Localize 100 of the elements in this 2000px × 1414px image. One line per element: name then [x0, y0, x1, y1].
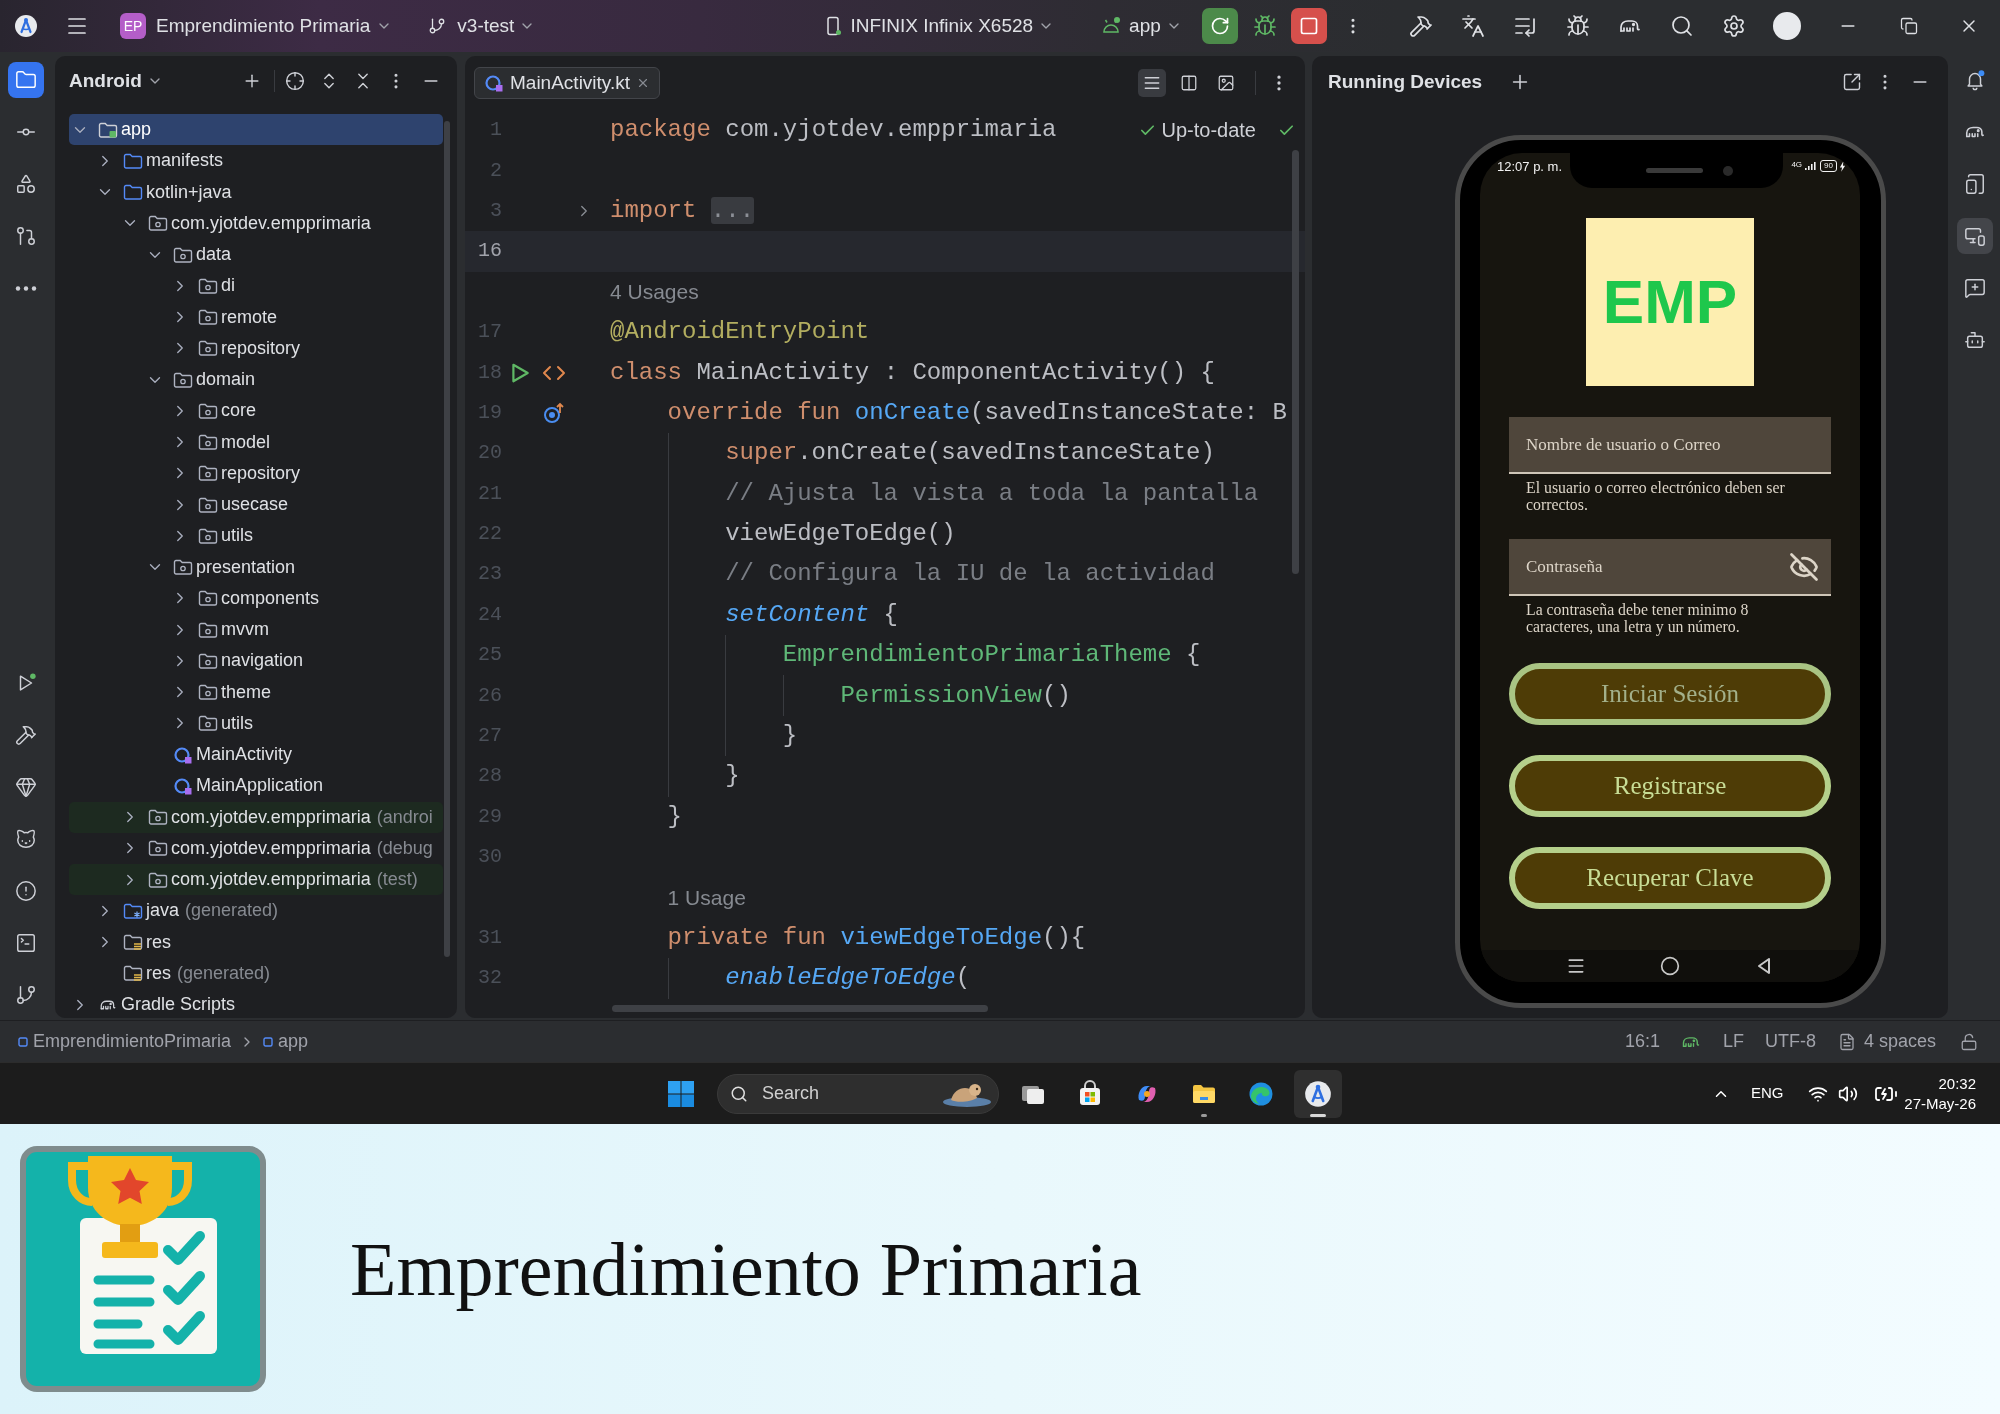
circle-icon[interactable]	[1660, 956, 1680, 976]
tree-item[interactable]: di	[69, 270, 443, 302]
settings-icon[interactable]	[1721, 14, 1746, 38]
tree-item[interactable]: utils	[69, 707, 443, 739]
avatar-icon[interactable]	[1772, 12, 1801, 40]
hammer-icon	[15, 724, 37, 746]
tree-item[interactable]: usecase	[69, 489, 443, 521]
crosshair-icon[interactable]	[284, 71, 305, 91]
tool-window-button[interactable]	[1957, 218, 1993, 254]
cat-icon	[15, 828, 37, 850]
package-folder-icon	[198, 308, 218, 327]
tree-item[interactable]: core	[69, 395, 443, 427]
editor-tab[interactable]: MainActivity.kt	[474, 67, 660, 99]
network-type: 4G	[1791, 160, 1803, 169]
tree-item[interactable]: app	[69, 114, 443, 146]
clock-time[interactable]: 20:32	[1938, 1073, 1976, 1094]
text-field[interactable]: Nombre de usuario o Correo	[1509, 417, 1831, 474]
tree-item[interactable]: model	[69, 426, 443, 458]
refresh-button[interactable]	[1201, 8, 1238, 44]
tree-item[interactable]: repository	[69, 457, 443, 489]
play-icon[interactable]	[509, 361, 531, 384]
package-folder-icon	[198, 683, 218, 702]
search-field[interactable]: Search	[717, 1073, 999, 1114]
tree-item[interactable]: components	[69, 582, 443, 614]
code-line: viewEdgeToEdge()	[725, 519, 956, 550]
tree-item[interactable]: navigation	[69, 645, 443, 677]
tree-item[interactable]: utils	[69, 520, 443, 552]
resource-folder-icon	[123, 933, 143, 952]
file-encoding[interactable]: UTF-8	[1764, 1028, 1816, 1055]
view-selector[interactable]: Android	[69, 66, 163, 96]
password-field[interactable]: Contraseña	[1509, 539, 1831, 596]
windows-logo-icon[interactable]	[667, 1079, 695, 1108]
external-window-icon[interactable]	[1842, 72, 1862, 92]
indentation[interactable]: 4 spaces	[1863, 1028, 1936, 1055]
volume-icon[interactable]	[1837, 1083, 1858, 1104]
clock-date[interactable]: 27-May-26	[1904, 1093, 1976, 1114]
tree-item[interactable]: kotlin+java	[69, 176, 443, 208]
tree-item[interactable]: presentation	[69, 551, 443, 583]
tree-item[interactable]: com.yjotdev.empprimaria (debug	[69, 832, 443, 864]
tree-item[interactable]: res	[69, 926, 443, 958]
git-branch-icon	[15, 984, 37, 1006]
device-selector[interactable]: INFINIX Infinix X6528	[850, 11, 1055, 41]
branch-icon[interactable]	[428, 17, 447, 35]
scrollbar-thumb[interactable]	[612, 1005, 988, 1012]
folder-icon	[123, 901, 143, 920]
package-folder-icon	[198, 589, 218, 608]
target-arrow-icon[interactable]	[543, 401, 565, 424]
tree-item[interactable]: manifests	[69, 145, 443, 177]
folder-icon	[123, 151, 143, 170]
branch-selector[interactable]: v3-test	[457, 11, 536, 41]
compass-icon[interactable]	[14, 14, 38, 38]
unlocked-icon[interactable]	[1960, 1032, 1978, 1051]
tree-item[interactable]: theme	[69, 676, 443, 708]
tree-item[interactable]: com.yjotdev.empprimaria (test)	[69, 864, 443, 896]
breadcrumb[interactable]: app	[278, 1028, 309, 1055]
app-button[interactable]: Recuperar Clave	[1509, 847, 1831, 909]
tree-item[interactable]: com.yjotdev.empprimaria (androi	[69, 801, 443, 833]
view-mode-button[interactable]	[1138, 69, 1166, 97]
usages-hint[interactable]: 4 Usages	[610, 276, 699, 308]
menu-icon[interactable]	[1566, 956, 1586, 976]
tree-item[interactable]: domain	[69, 364, 443, 396]
tree-item[interactable]: MainApplication	[69, 770, 443, 802]
line-separator[interactable]: LF	[1722, 1028, 1744, 1055]
folder-icon	[123, 183, 143, 202]
translate-icon[interactable]	[1460, 14, 1485, 38]
breadcrumb[interactable]: EmprendimientoPrimaria	[33, 1028, 232, 1055]
scrollbar-thumb[interactable]	[444, 121, 450, 957]
tool-window-button[interactable]	[8, 62, 44, 98]
eye-off-icon[interactable]	[1787, 552, 1821, 582]
code-line: import ...	[610, 195, 755, 226]
tree-item[interactable]: com.yjotdev.empprimaria	[69, 207, 443, 239]
package-folder-icon	[198, 495, 218, 514]
search-icon[interactable]	[1669, 14, 1694, 38]
tree-item[interactable]: java (generated)	[69, 895, 443, 927]
language-indicator[interactable]: ENG	[1751, 1082, 1784, 1105]
bug-icon[interactable]	[1565, 14, 1590, 38]
scrollbar-thumb[interactable]	[1292, 150, 1299, 574]
project-selector[interactable]: Emprendimiento Primaria	[156, 11, 393, 41]
bug-icon[interactable]	[1252, 14, 1277, 38]
app-button[interactable]: Registrarse	[1509, 755, 1831, 817]
tree-item[interactable]: remote	[69, 301, 443, 333]
tree-item[interactable]: res (generated)	[69, 957, 443, 989]
taskbar-app-button[interactable]	[1294, 1069, 1342, 1118]
restore-icon[interactable]	[1899, 17, 1918, 35]
caret-position[interactable]: 16:1	[1624, 1028, 1660, 1055]
hammer-icon[interactable]	[1408, 14, 1433, 38]
tree-item[interactable]: repository	[69, 332, 443, 364]
tree-item[interactable]: mvvm	[69, 614, 443, 646]
trophy-checklist-icon	[20, 1146, 266, 1392]
stop-button[interactable]	[1290, 8, 1327, 44]
package-folder-icon	[148, 214, 168, 233]
robot-icon	[1964, 329, 1986, 351]
usages-hint[interactable]: 1 Usage	[667, 881, 746, 914]
inspection-status[interactable]: Up-to-date	[1161, 115, 1256, 145]
tree-item[interactable]: data	[69, 239, 443, 271]
tree-item[interactable]: MainActivity	[69, 739, 443, 771]
tree-item[interactable]: Gradle Scripts	[69, 989, 443, 1018]
class-icon	[484, 74, 504, 92]
alert-icon	[15, 880, 37, 902]
run-configuration-selector[interactable]: app	[1129, 11, 1182, 41]
